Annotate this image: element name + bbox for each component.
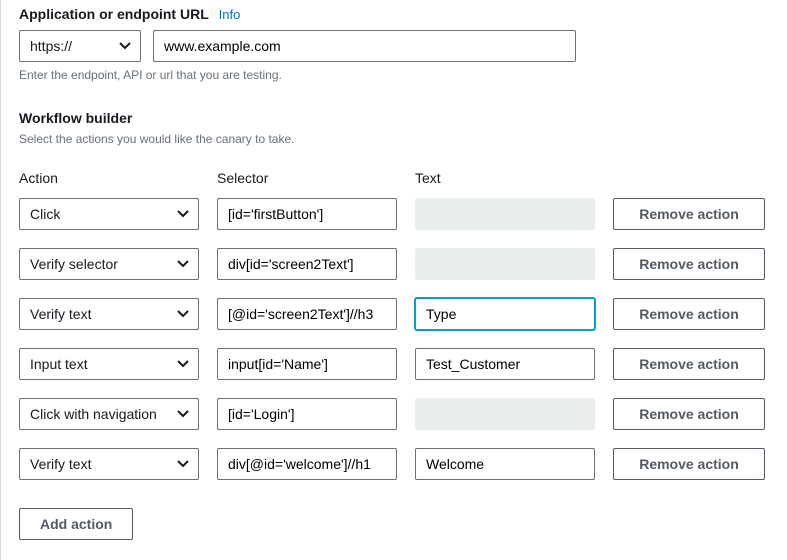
selector-input[interactable] — [217, 348, 397, 380]
protocol-select[interactable]: https:// — [19, 30, 141, 62]
info-link[interactable]: Info — [219, 7, 241, 22]
remove-action-button[interactable]: Remove action — [613, 248, 765, 280]
workflow-row: Verify selector Remove action — [19, 248, 769, 280]
endpoint-label: Application or endpoint URL — [19, 6, 209, 22]
text-input — [415, 398, 595, 430]
action-value: Input text — [30, 356, 88, 372]
endpoint-url-row: https:// — [19, 30, 769, 62]
add-action-button[interactable]: Add action — [19, 508, 133, 540]
remove-action-button[interactable]: Remove action — [613, 198, 765, 230]
action-select[interactable]: Verify text — [19, 298, 199, 330]
action-value: Verify selector — [30, 256, 118, 272]
remove-action-button[interactable]: Remove action — [613, 398, 765, 430]
action-value: Verify text — [30, 306, 91, 322]
workflow-row: Input text Remove action — [19, 348, 769, 380]
workflow-row: Verify text Remove action — [19, 298, 769, 330]
text-input — [415, 198, 595, 230]
text-input[interactable] — [415, 348, 595, 380]
col-selector-label: Selector — [217, 170, 397, 186]
workflow-header-row: Action Selector Text — [19, 170, 769, 186]
col-text-label: Text — [415, 170, 595, 186]
text-input — [415, 248, 595, 280]
action-select[interactable]: Verify selector — [19, 248, 199, 280]
workflow-title: Workflow builder — [19, 110, 132, 126]
text-input[interactable] — [415, 448, 595, 480]
workflow-row: Verify text Remove action — [19, 448, 769, 480]
selector-input[interactable] — [217, 248, 397, 280]
workflow-row: Click with navigation Remove action — [19, 398, 769, 430]
action-select[interactable]: Verify text — [19, 448, 199, 480]
action-select[interactable]: Click with navigation — [19, 398, 199, 430]
selector-input[interactable] — [217, 298, 397, 330]
selector-input[interactable] — [217, 198, 397, 230]
protocol-value: https:// — [30, 38, 72, 54]
workflow-row: Click Remove action — [19, 198, 769, 230]
remove-action-button[interactable]: Remove action — [613, 298, 765, 330]
col-action-label: Action — [19, 170, 199, 186]
action-value: Verify text — [30, 456, 91, 472]
action-select[interactable]: Input text — [19, 348, 199, 380]
endpoint-helper-text: Enter the endpoint, API or url that you … — [19, 68, 769, 82]
action-select[interactable]: Click — [19, 198, 199, 230]
action-value: Click with navigation — [30, 406, 157, 422]
selector-input[interactable] — [217, 398, 397, 430]
remove-action-button[interactable]: Remove action — [613, 448, 765, 480]
text-input[interactable] — [415, 298, 595, 330]
workflow-subtitle: Select the actions you would like the ca… — [19, 132, 769, 146]
endpoint-url-input[interactable] — [153, 30, 576, 62]
selector-input[interactable] — [217, 448, 397, 480]
action-value: Click — [30, 206, 60, 222]
endpoint-section: Application or endpoint URL Info https:/… — [19, 6, 769, 82]
workflow-section: Workflow builder Select the actions you … — [19, 110, 769, 540]
remove-action-button[interactable]: Remove action — [613, 348, 765, 380]
workflow-rows: Click Remove action Verify selector Remove … — [19, 198, 769, 480]
